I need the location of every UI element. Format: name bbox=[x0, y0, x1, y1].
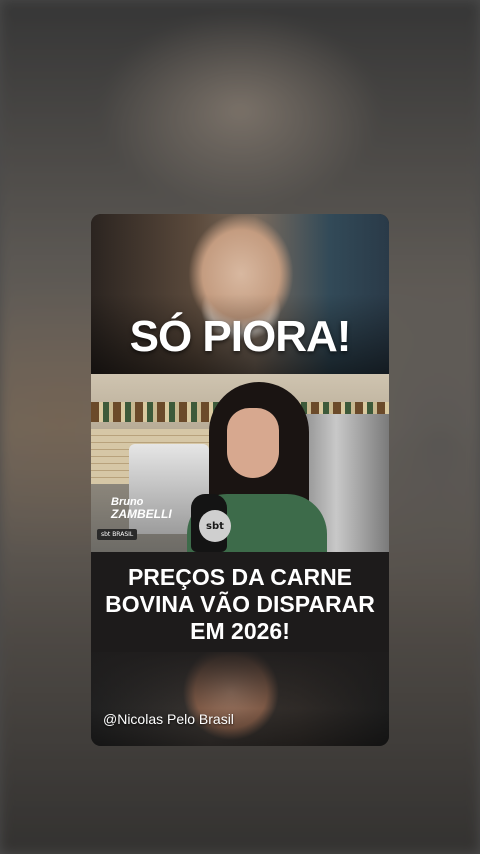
author-handle[interactable]: @Nicolas Pelo Brasil bbox=[103, 711, 234, 727]
headline-main: PREÇOS DA CARNE BOVINA VÃO DISPARAR EM 2… bbox=[105, 564, 375, 644]
channel-tag: sbt BRASIL bbox=[97, 529, 138, 540]
sbt-mic-logo: sbt bbox=[199, 510, 231, 542]
bottom-photo-gradient bbox=[91, 652, 389, 746]
headline-top: SÓ PIORA! bbox=[129, 312, 352, 361]
interview-photo: sbt Bruno ZAMBELLI sbt BRASIL bbox=[91, 374, 389, 554]
woman-face bbox=[227, 408, 279, 478]
reporter-brand: Bruno ZAMBELLI bbox=[111, 497, 172, 521]
brand-last-name: ZAMBELLI bbox=[111, 507, 172, 521]
video-card[interactable]: SÓ PIORA! sbt Bruno ZAMBELLI sbt BRASIL … bbox=[91, 214, 389, 746]
